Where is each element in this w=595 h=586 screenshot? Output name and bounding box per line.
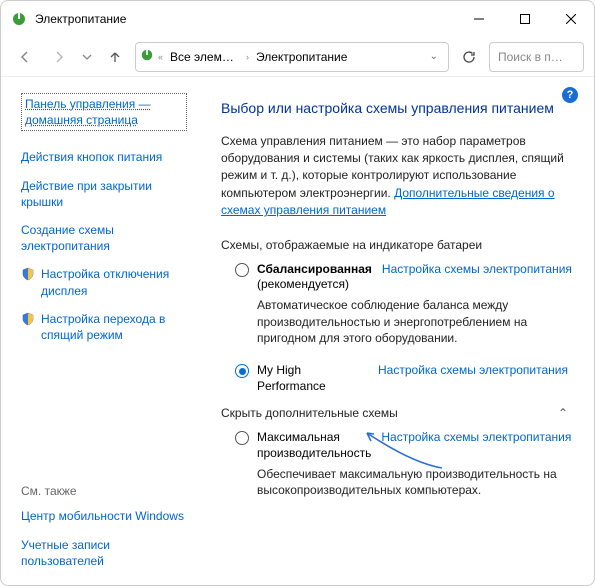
chevron-right-icon: › (246, 52, 249, 62)
see-also-heading: См. также (21, 484, 187, 498)
plan-name-bold: Сбалансированная (257, 262, 372, 276)
power-plan-my-high-performance: My High Performance Настройка схемы элек… (235, 363, 568, 394)
shield-icon (21, 267, 35, 281)
radio-balanced[interactable] (235, 263, 249, 277)
plan-name-suffix: (рекомендуется) (257, 277, 349, 291)
plan-name: Максимальная производительность (257, 430, 371, 461)
breadcrumb-item[interactable]: Электропитание (253, 50, 350, 64)
power-icon (140, 48, 154, 65)
sidebar-label: Создание схемы электропитания (21, 222, 187, 254)
minimize-button[interactable] (456, 1, 502, 37)
radio-ultimate-performance[interactable] (235, 431, 249, 445)
chevron-up-icon: ⌃ (558, 406, 568, 420)
change-plan-link[interactable]: Настройка схемы электропитания (382, 262, 572, 276)
sidebar-label: Настройка перехода в спящий режим (41, 311, 187, 343)
navbar: « Все элеме… › Электропитание ⌄ Поиск в … (1, 37, 594, 77)
sidebar: Панель управления — домашняя страница Де… (1, 77, 201, 585)
control-panel-home-link[interactable]: Панель управления — домашняя страница (21, 93, 187, 131)
plan-description: Обеспечивает максимальную производительн… (257, 466, 571, 500)
shield-icon (21, 312, 35, 326)
maximize-button[interactable] (502, 1, 548, 37)
power-plan-balanced: Сбалансированная (рекомендуется) Настрой… (235, 262, 568, 358)
sidebar-label: Центр мобильности Windows (21, 508, 184, 524)
close-button[interactable] (548, 1, 594, 37)
breadcrumb-item[interactable]: Все элеме… (167, 50, 242, 64)
sidebar-link-power-buttons[interactable]: Действия кнопок питания (21, 149, 187, 165)
sidebar-label: Действие при закрытии крышки (21, 178, 187, 210)
section-battery-plans: Схемы, отображаемые на индикаторе батаре… (221, 238, 568, 252)
change-plan-link[interactable]: Настройка схемы электропитания (381, 430, 571, 444)
sidebar-label: Настройка отключения дисплея (41, 266, 187, 298)
recent-dropdown[interactable] (79, 43, 95, 71)
address-bar[interactable]: « Все элеме… › Электропитание ⌄ (135, 42, 449, 72)
see-also-user-accounts[interactable]: Учетные записи пользователей (21, 537, 187, 569)
section-label: Скрыть дополнительные схемы (221, 406, 398, 420)
plan-name: My High Performance (257, 363, 368, 394)
sidebar-label: Действия кнопок питания (21, 149, 162, 165)
sidebar-label: Учетные записи пользователей (21, 537, 187, 569)
window-title: Электропитание (35, 12, 126, 26)
up-button[interactable] (101, 43, 129, 71)
sidebar-link-create-plan[interactable]: Создание схемы электропитания (21, 222, 187, 254)
power-icon (11, 11, 27, 27)
help-icon[interactable]: ? (562, 87, 578, 103)
sidebar-link-sleep[interactable]: Настройка перехода в спящий режим (21, 311, 187, 343)
back-button[interactable] (11, 43, 39, 71)
change-plan-link[interactable]: Настройка схемы электропитания (378, 363, 568, 377)
intro-text: Схема управления питанием — это набор па… (221, 133, 568, 220)
plan-description: Автоматическое соблюдение баланса между … (257, 297, 572, 347)
titlebar: Электропитание (1, 1, 594, 37)
search-input[interactable]: Поиск в п… (489, 42, 584, 72)
radio-my-high-performance[interactable] (235, 364, 249, 378)
chevron-down-icon[interactable]: ⌄ (424, 51, 444, 62)
search-placeholder: Поиск в п… (498, 50, 563, 64)
see-also-mobility-center[interactable]: Центр мобильности Windows (21, 508, 187, 524)
section-hide-additional[interactable]: Скрыть дополнительные схемы ⌃ (221, 406, 568, 420)
page-title: Выбор или настройка схемы управления пит… (221, 99, 568, 119)
refresh-button[interactable] (455, 43, 483, 71)
power-plan-ultimate-performance: Максимальная производительность Настройк… (235, 430, 568, 509)
sidebar-link-display-off[interactable]: Настройка отключения дисплея (21, 266, 187, 298)
forward-button[interactable] (45, 43, 73, 71)
section-label: Схемы, отображаемые на индикаторе батаре… (221, 238, 482, 252)
window-controls (456, 1, 594, 37)
chevron-right-icon: « (158, 52, 163, 62)
plan-name: Сбалансированная (рекомендуется) (257, 262, 372, 293)
main-panel: ? Выбор или настройка схемы управления п… (201, 77, 594, 585)
sidebar-link-lid-close[interactable]: Действие при закрытии крышки (21, 178, 187, 210)
